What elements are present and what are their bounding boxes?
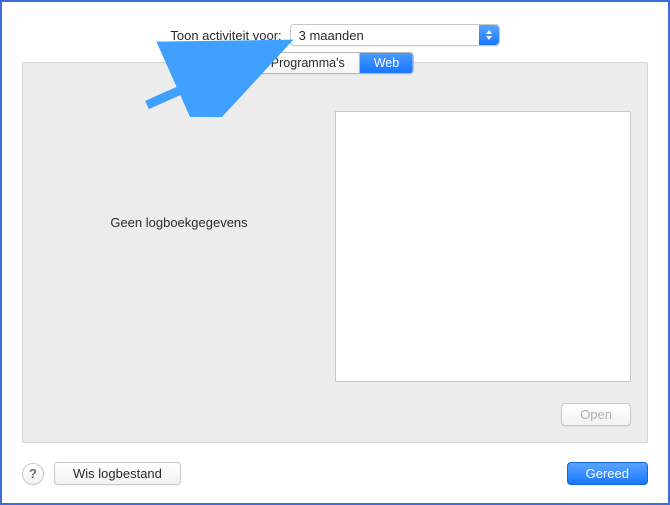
open-button-row: Open <box>561 403 631 426</box>
done-button[interactable]: Gereed <box>567 462 648 485</box>
activity-period-value: 3 maanden <box>299 28 364 43</box>
help-button[interactable]: ? <box>22 463 44 485</box>
empty-log-message: Geen logboekgegevens <box>23 63 335 382</box>
activity-period-dropdown[interactable]: 3 maanden <box>290 24 500 46</box>
dropdown-stepper-icon <box>479 25 499 45</box>
clear-log-button[interactable]: Wis logbestand <box>54 462 181 485</box>
footer-bar: ? Wis logbestand Gereed <box>22 462 648 485</box>
activity-period-row: Toon activiteit voor: 3 maanden <box>2 2 668 46</box>
activity-period-label: Toon activiteit voor: <box>170 28 281 43</box>
tab-web[interactable]: Web <box>360 53 413 73</box>
open-button[interactable]: Open <box>561 403 631 426</box>
help-icon: ? <box>29 466 37 481</box>
activity-panel: Programma's Web Geen logboekgegevens Ope… <box>22 62 648 443</box>
log-content-area[interactable] <box>335 111 631 382</box>
